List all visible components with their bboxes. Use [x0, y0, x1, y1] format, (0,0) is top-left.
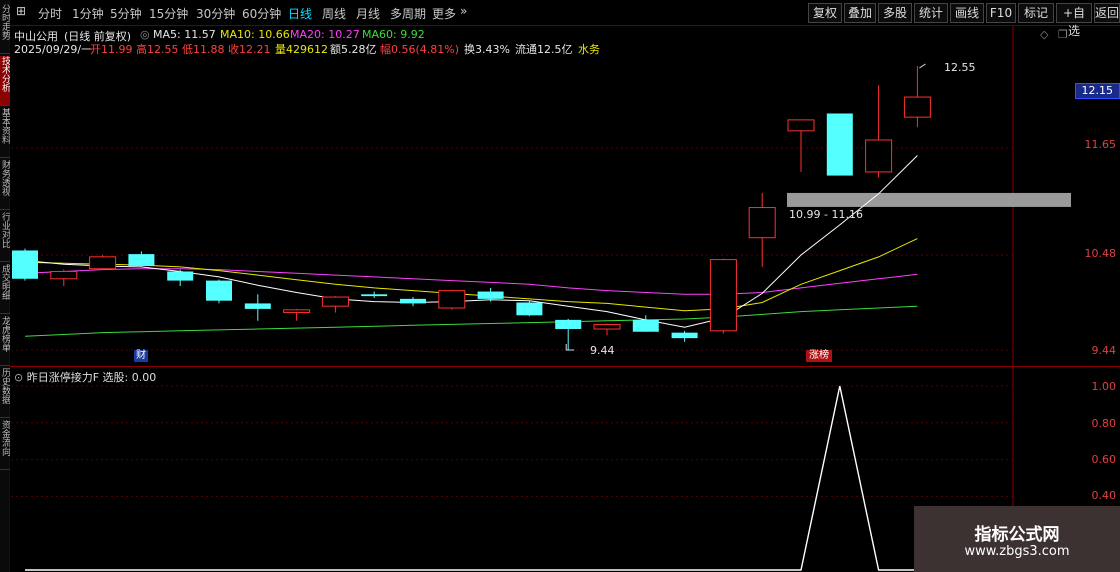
- finance-badge[interactable]: 财: [134, 350, 148, 362]
- pane-divider[interactable]: [10, 366, 1120, 367]
- kline-chart[interactable]: [11, 26, 1071, 366]
- candle-body: [167, 271, 194, 281]
- low-pointer: [565, 344, 575, 351]
- candle-body: [244, 303, 271, 309]
- candle-body: [709, 259, 737, 332]
- indicator-chart[interactable]: [11, 368, 1071, 572]
- candle-body: [787, 119, 815, 132]
- toolbar-button[interactable]: 返回: [1094, 3, 1120, 23]
- toolbar-button[interactable]: 叠加: [844, 3, 876, 23]
- toolbar-button[interactable]: 统计: [914, 3, 948, 23]
- left-tab-strip: 分时走势技术分析基本资料财务透视行业对比成交明细龙虎榜单历史数据资金流向: [0, 0, 10, 572]
- last-price-tag: 12.15: [1074, 83, 1120, 99]
- left-tab[interactable]: 技术分析: [0, 56, 10, 106]
- candle-body: [128, 254, 155, 266]
- period-tab[interactable]: 分时: [38, 5, 62, 22]
- candle-body: [438, 290, 466, 309]
- zone-label: 10.99 - 11.16: [789, 208, 863, 221]
- candle-body: [516, 302, 543, 316]
- left-tab[interactable]: 行业对比: [0, 212, 10, 262]
- period-tab[interactable]: 60分钟: [242, 5, 281, 22]
- candle-body: [865, 139, 893, 173]
- price-axis-label: 10.48: [1084, 247, 1117, 260]
- period-tab[interactable]: 周线: [322, 5, 346, 22]
- candle-body: [477, 291, 504, 299]
- period-toolbar: ⊞ 分时 1分钟 5分钟 15分钟 30分钟 60分钟 日线 周线 月线 多周期 更多 » 复权 叠加 多股统…: [10, 0, 1120, 38]
- watermark-url: www.zbgs3.com: [964, 544, 1070, 559]
- indicator-axis-label: 0.40: [1091, 489, 1117, 502]
- candle-body: [400, 298, 426, 304]
- ma5-line: [24, 155, 918, 328]
- low-mark-label: 9.44: [590, 344, 615, 357]
- left-tab[interactable]: 分时走势: [0, 4, 10, 54]
- candle-body: [903, 96, 931, 118]
- candle-body: [12, 250, 38, 279]
- period-tab[interactable]: 日线: [288, 5, 312, 22]
- toolbar-button[interactable]: 复权: [808, 3, 842, 23]
- candle-body: [50, 270, 78, 280]
- price-axis-label: 9.44: [1091, 344, 1117, 357]
- menu-grid-icon[interactable]: ⊞: [16, 4, 26, 18]
- period-tab[interactable]: 30分钟: [196, 5, 235, 22]
- left-tab[interactable]: 龙虎榜单: [0, 316, 10, 366]
- watermark-box: 指标公式网 www.zbgs3.com: [914, 506, 1120, 572]
- period-tab[interactable]: 多周期: [390, 5, 426, 22]
- zone-band: [787, 192, 1071, 207]
- candle-body: [206, 280, 232, 301]
- ma60-line: [24, 305, 918, 337]
- candle-body: [283, 309, 311, 314]
- candle-body: [361, 294, 388, 297]
- candle-body: [748, 207, 776, 239]
- high-mark-label: 12.55: [944, 61, 976, 74]
- signal-line: [25, 385, 918, 571]
- candle-body: [671, 332, 698, 339]
- period-tab[interactable]: 月线: [356, 5, 380, 22]
- toolbar-button[interactable]: +自选: [1056, 3, 1092, 38]
- toolbar-button[interactable]: 画线: [950, 3, 984, 23]
- toolbar-button[interactable]: F10: [986, 3, 1016, 23]
- left-tab[interactable]: 成交明细: [0, 264, 10, 314]
- candle-body: [826, 113, 853, 176]
- toolbar-button[interactable]: 多股: [878, 3, 912, 23]
- candle-body: [632, 319, 659, 332]
- more-chevron-icon[interactable]: »: [460, 4, 467, 18]
- ma10-line: [24, 238, 918, 312]
- indicator-axis-label: 1.00: [1091, 380, 1117, 393]
- candle-body: [555, 319, 582, 329]
- candle-body: [593, 323, 621, 330]
- period-tab[interactable]: 15分钟: [149, 5, 188, 22]
- left-tab[interactable]: 历史数据: [0, 368, 10, 418]
- candle-body: [321, 296, 349, 307]
- left-tab[interactable]: 资金流向: [0, 420, 10, 470]
- indicator-axis-label: 0.80: [1091, 417, 1117, 430]
- watermark-title: 指标公式网: [974, 525, 1060, 545]
- left-tab[interactable]: 财务透视: [0, 160, 10, 210]
- high-pointer: [919, 63, 926, 69]
- price-axis-label: 11.65: [1084, 138, 1117, 151]
- indicator-axis-label: 0.60: [1091, 453, 1117, 466]
- period-tab[interactable]: 1分钟: [72, 5, 104, 22]
- period-tab[interactable]: 更多: [432, 5, 456, 22]
- candle-body: [89, 256, 117, 270]
- period-tab[interactable]: 5分钟: [110, 5, 142, 22]
- limit-up-badge[interactable]: 涨榜: [806, 350, 832, 362]
- left-tab[interactable]: 基本资料: [0, 108, 10, 158]
- toolbar-button[interactable]: 标记: [1018, 3, 1054, 23]
